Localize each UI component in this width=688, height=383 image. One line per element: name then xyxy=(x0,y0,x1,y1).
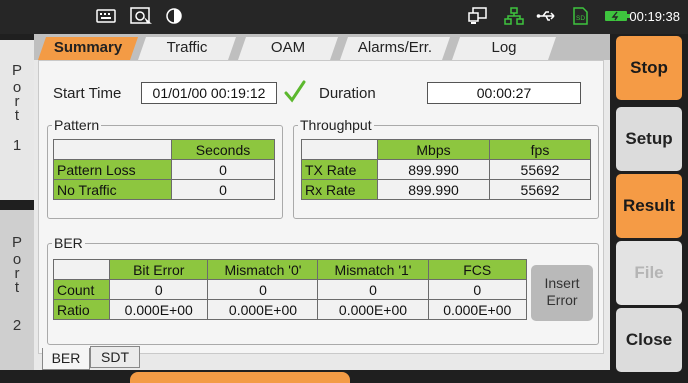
throughput-mbps: 899.990 xyxy=(377,159,490,180)
table-row: Count 0 0 0 0 xyxy=(53,279,527,300)
table-row: No Traffic 0 xyxy=(53,179,275,200)
table-cell xyxy=(53,259,110,280)
throughput-fps: 55692 xyxy=(489,159,591,180)
tab-traffic[interactable]: Traffic xyxy=(138,37,236,60)
tab-oam[interactable]: OAM xyxy=(238,37,338,60)
ber-ratio-bit-error: 0.000E+00 xyxy=(108,299,209,320)
bottom-tab-sdt[interactable]: SDT xyxy=(90,346,140,368)
pattern-table: Seconds Pattern Loss 0 No Traffic 0 xyxy=(53,139,275,200)
throughput-table: Mbps fps TX Rate 899.990 55692 Rx Rate 8… xyxy=(301,139,591,200)
screenshot-icon[interactable] xyxy=(130,7,154,25)
table-cell xyxy=(301,139,378,160)
setup-button[interactable]: Setup xyxy=(616,107,682,171)
status-bar: SD 00:19:38 xyxy=(0,0,688,34)
ber-count-mismatch-0: 0 xyxy=(207,279,319,300)
ber-count-bit-error: 0 xyxy=(108,279,209,300)
tab-summary[interactable]: Summary xyxy=(38,37,138,60)
throughput-header-mbps: Mbps xyxy=(377,139,490,160)
pattern-header-seconds: Seconds xyxy=(171,139,275,160)
pattern-title: Pattern xyxy=(52,117,102,133)
port-letter: P xyxy=(11,234,22,251)
network-icon xyxy=(504,7,524,25)
table-row: Ratio 0.000E+00 0.000E+00 0.000E+00 0.00… xyxy=(53,299,527,320)
tab-alarms-errors[interactable]: Alarms/Err. xyxy=(340,37,450,60)
duration-value: 00:00:27 xyxy=(427,82,581,104)
insert-error-label-line2: Error xyxy=(546,292,578,308)
contrast-icon[interactable] xyxy=(164,7,184,25)
start-time-label: Start Time xyxy=(53,85,122,102)
pattern-value: 0 xyxy=(171,159,275,180)
summary-content: Start Time 01/01/00 00:19:12 Duration 00… xyxy=(38,60,604,354)
ber-count-mismatch-1: 0 xyxy=(317,279,429,300)
ber-count-label: Count xyxy=(53,279,110,300)
ber-title: BER xyxy=(52,235,85,251)
ber-ratio-mismatch-1: 0.000E+00 xyxy=(317,299,429,320)
check-icon xyxy=(284,80,306,103)
table-row: Mbps fps xyxy=(301,139,591,160)
port-number: 2 xyxy=(12,317,22,334)
battery-icon xyxy=(605,11,630,21)
ber-header-bit-error: Bit Error xyxy=(108,259,209,280)
throughput-fps: 55692 xyxy=(489,179,591,200)
stop-button[interactable]: Stop xyxy=(616,36,682,100)
port-letter: t xyxy=(14,279,20,296)
sd-card-icon: SD xyxy=(573,7,588,25)
bottom-strip xyxy=(130,372,350,383)
clock: 00:19:38 xyxy=(629,9,680,24)
throughput-row-label: TX Rate xyxy=(301,159,378,180)
throughput-header-fps: fps xyxy=(489,139,591,160)
pattern-row-label: No Traffic xyxy=(53,179,172,200)
bottom-tab-ber[interactable]: BER xyxy=(42,348,90,370)
file-button[interactable]: File xyxy=(616,241,682,305)
usb-icon xyxy=(536,11,555,21)
insert-error-label-line1: Insert xyxy=(544,275,580,291)
ber-ratio-label: Ratio xyxy=(53,299,110,320)
port-2-tab[interactable]: P o r t 2 xyxy=(0,210,34,370)
pattern-row-label: Pattern Loss xyxy=(53,159,172,180)
table-row: Pattern Loss 0 xyxy=(53,159,275,180)
ber-ratio-fcs: 0.000E+00 xyxy=(427,299,527,320)
close-button[interactable]: Close xyxy=(616,308,682,372)
remote-monitor-icon xyxy=(468,7,487,24)
table-row: TX Rate 899.990 55692 xyxy=(301,159,591,180)
svg-text:SD: SD xyxy=(576,15,585,22)
result-button[interactable]: Result xyxy=(616,174,682,238)
pattern-value: 0 xyxy=(171,179,275,200)
ber-header-mismatch-1: Mismatch '1' xyxy=(317,259,429,280)
table-row: Rx Rate 899.990 55692 xyxy=(301,179,591,200)
ber-header-fcs: FCS xyxy=(427,259,527,280)
tab-log[interactable]: Log xyxy=(452,37,556,60)
table-row: Seconds xyxy=(53,139,275,160)
throughput-mbps: 899.990 xyxy=(377,179,490,200)
table-cell xyxy=(53,139,172,160)
insert-error-button[interactable]: Insert Error xyxy=(531,265,593,321)
port-1-tab[interactable]: P o r t 1 xyxy=(0,40,34,200)
tab-bar: Summary Traffic OAM Alarms/Err. Log xyxy=(34,34,610,60)
keyboard-icon[interactable] xyxy=(96,7,116,25)
throughput-row-label: Rx Rate xyxy=(301,179,378,200)
port-number: 1 xyxy=(12,137,22,154)
ber-header-mismatch-0: Mismatch '0' xyxy=(207,259,319,280)
port-letter: P xyxy=(11,62,22,79)
table-row: Bit Error Mismatch '0' Mismatch '1' FCS xyxy=(53,259,527,280)
start-time-value: 01/01/00 00:19:12 xyxy=(141,82,277,104)
main-panel: Summary Traffic OAM Alarms/Err. Log Star… xyxy=(34,34,610,370)
ber-ratio-mismatch-0: 0.000E+00 xyxy=(207,299,319,320)
ber-table: Bit Error Mismatch '0' Mismatch '1' FCS … xyxy=(53,259,527,320)
port-letter: t xyxy=(14,107,20,124)
throughput-title: Throughput xyxy=(298,117,374,133)
ber-count-fcs: 0 xyxy=(427,279,527,300)
duration-label: Duration xyxy=(319,85,376,102)
